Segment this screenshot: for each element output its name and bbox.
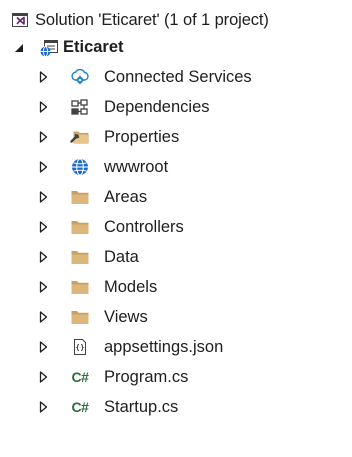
csharp-file-icon: C#	[71, 399, 89, 415]
folder-icon	[70, 187, 90, 207]
solution-explorer-tree: Solution 'Eticaret' (1 of 1 project) Eti…	[0, 0, 352, 457]
collapsed-arrow-icon[interactable]	[37, 160, 49, 174]
tree-item-label: Program.cs	[104, 367, 189, 386]
collapsed-arrow-icon[interactable]	[37, 220, 49, 234]
solution-label: Solution 'Eticaret' (1 of 1 project)	[35, 10, 269, 29]
tree-item-connected-services[interactable]: Connected Services	[0, 62, 352, 92]
collapsed-arrow-icon[interactable]	[37, 130, 49, 144]
collapsed-arrow-icon[interactable]	[37, 400, 49, 414]
folder-icon	[70, 217, 90, 237]
tree-item-program-cs[interactable]: C# Program.cs	[0, 362, 352, 392]
tree-item-controllers[interactable]: Controllers	[0, 212, 352, 242]
project-node-eticaret[interactable]: Eticaret	[0, 33, 352, 62]
web-project-icon	[39, 38, 59, 58]
tree-item-startup-cs[interactable]: C# Startup.cs	[0, 392, 352, 422]
properties-icon	[70, 127, 90, 147]
tree-item-label: Properties	[104, 127, 180, 146]
expanded-arrow-icon[interactable]	[13, 41, 25, 55]
tree-item-label: Data	[104, 247, 139, 266]
tree-item-label: Dependencies	[104, 97, 210, 116]
tree-item-label: Startup.cs	[104, 397, 179, 416]
tree-item-areas[interactable]: Areas	[0, 182, 352, 212]
collapsed-arrow-icon[interactable]	[37, 100, 49, 114]
tree-item-label: Controllers	[104, 217, 184, 236]
folder-icon	[70, 307, 90, 327]
collapsed-arrow-icon[interactable]	[37, 340, 49, 354]
collapsed-arrow-icon[interactable]	[37, 370, 49, 384]
folder-icon	[70, 247, 90, 267]
tree-item-data[interactable]: Data	[0, 242, 352, 272]
tree-item-properties[interactable]: Properties	[0, 122, 352, 152]
tree-item-label: appsettings.json	[104, 337, 224, 356]
project-label: Eticaret	[63, 38, 124, 56]
tree-item-wwwroot[interactable]: wwwroot	[0, 152, 352, 182]
connected-services-icon	[70, 67, 90, 87]
collapsed-arrow-icon[interactable]	[37, 310, 49, 324]
tree-item-label: Connected Services	[104, 67, 252, 86]
tree-item-appsettings-json[interactable]: appsettings.json	[0, 332, 352, 362]
globe-icon	[70, 157, 90, 177]
tree-item-dependencies[interactable]: Dependencies	[0, 92, 352, 122]
solution-node[interactable]: Solution 'Eticaret' (1 of 1 project)	[0, 7, 352, 33]
collapsed-arrow-icon[interactable]	[37, 250, 49, 264]
tree-item-label: Models	[104, 277, 158, 296]
csharp-file-icon: C#	[71, 369, 89, 385]
json-file-icon	[70, 337, 90, 357]
folder-icon	[70, 277, 90, 297]
collapsed-arrow-icon[interactable]	[37, 70, 49, 84]
tree-item-label: Views	[104, 307, 148, 326]
tree-item-views[interactable]: Views	[0, 302, 352, 332]
collapsed-arrow-icon[interactable]	[37, 280, 49, 294]
dependencies-icon	[70, 97, 90, 117]
tree-item-label: wwwroot	[104, 157, 169, 176]
solution-icon	[10, 10, 30, 30]
tree-item-label: Areas	[104, 187, 148, 206]
collapsed-arrow-icon[interactable]	[37, 190, 49, 204]
tree-item-models[interactable]: Models	[0, 272, 352, 302]
